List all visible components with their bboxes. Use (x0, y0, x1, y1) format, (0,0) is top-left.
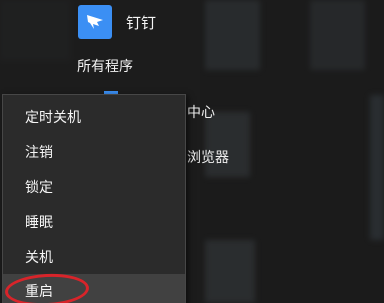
menu-entry-browser[interactable]: 浏览器 (187, 147, 229, 167)
power-context-menu: 定时关机 注销 锁定 睡眠 关机 重启 (2, 94, 186, 303)
menu-item-shutdown[interactable]: 关机 (3, 240, 185, 274)
app-dingtalk[interactable]: 钉钉 (78, 4, 156, 40)
blurred-file-icon (205, 240, 255, 303)
menu-item-restart[interactable]: 重启 (3, 274, 185, 303)
dingtalk-icon (78, 5, 112, 39)
blurred-file-icon (310, 0, 365, 70)
menu-item-scheduled-shutdown[interactable]: 定时关机 (3, 100, 185, 134)
menu-entry-center[interactable]: 中心 (187, 102, 215, 122)
all-programs-link[interactable]: 所有程序 (77, 56, 133, 76)
blurred-file-icon (205, 0, 260, 70)
blurred-tile (370, 95, 384, 240)
menu-item-sleep[interactable]: 睡眠 (3, 205, 185, 239)
menu-item-lock[interactable]: 锁定 (3, 170, 185, 204)
menu-item-sign-out[interactable]: 注销 (3, 135, 185, 169)
app-label: 钉钉 (126, 13, 157, 32)
